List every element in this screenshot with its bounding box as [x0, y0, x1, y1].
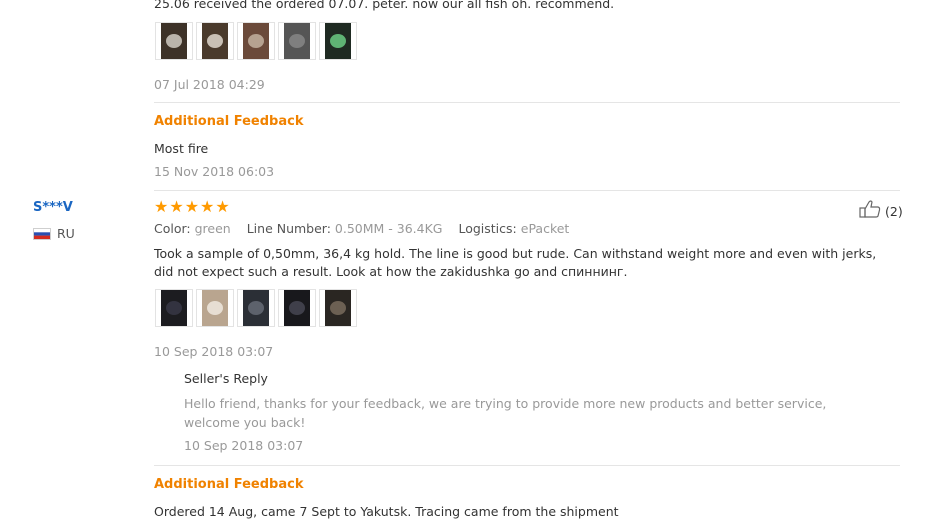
line-number-value: 0.50MM - 36.4KG: [334, 221, 443, 236]
additional-feedback-label: Additional Feedback: [154, 114, 304, 129]
star-icon: ★: [200, 197, 215, 216]
additional-feedback-date: 15 Nov 2018 06:03: [154, 164, 275, 179]
review-photo-thumbnail[interactable]: [278, 22, 316, 60]
divider: [154, 465, 900, 466]
star-rating: ★ ★ ★ ★ ★: [154, 199, 230, 215]
reviewer-name[interactable]: S***V: [33, 200, 73, 215]
review-text: 25.06 received the ordered 07.07. peter.…: [154, 0, 615, 11]
country-code: RU: [57, 226, 75, 241]
review-photo-thumbnail[interactable]: [319, 22, 357, 60]
russia-flag-icon: [33, 227, 51, 240]
color-label: Color:: [154, 221, 191, 236]
additional-feedback-text: Most fire: [154, 141, 209, 156]
star-icon: ★: [154, 197, 169, 216]
review-photo-thumbnail[interactable]: [155, 22, 193, 60]
photo-image: [325, 23, 351, 59]
review-photo-thumbnail[interactable]: [196, 289, 234, 327]
helpful-count: (2): [885, 203, 903, 219]
photo-image: [161, 23, 187, 59]
star-icon: ★: [169, 197, 184, 216]
thumbs-up-icon: [859, 200, 881, 222]
photo-image: [202, 23, 228, 59]
review-photo-thumbnail[interactable]: [155, 289, 193, 327]
product-attributes: Color: green Line Number: 0.50MM - 36.4K…: [154, 221, 569, 236]
photo-image: [284, 290, 310, 326]
seller-reply-date: 10 Sep 2018 03:07: [184, 438, 304, 453]
photo-image: [161, 290, 187, 326]
photo-image: [243, 290, 269, 326]
helpful-button[interactable]: (2): [859, 200, 903, 222]
review-photo-thumbnail[interactable]: [237, 289, 275, 327]
star-icon: ★: [215, 197, 230, 216]
photo-image: [284, 23, 310, 59]
logistics-label: Logistics:: [458, 221, 517, 236]
review-photos: [155, 22, 357, 60]
additional-feedback-label: Additional Feedback: [154, 477, 304, 492]
review-photo-thumbnail[interactable]: [196, 22, 234, 60]
review-text: Took a sample of 0,50mm, 36,4 kg hold. T…: [154, 246, 877, 279]
review-photo-thumbnail[interactable]: [237, 22, 275, 60]
review-photo-thumbnail[interactable]: [278, 289, 316, 327]
logistics-value: ePacket: [520, 221, 570, 236]
divider: [154, 102, 900, 103]
review-photos: [155, 289, 357, 327]
photo-image: [325, 290, 351, 326]
divider: [154, 190, 900, 191]
photo-image: [202, 290, 228, 326]
reviewer-country: RU: [33, 226, 75, 241]
photo-image: [243, 23, 269, 59]
review-photo-thumbnail[interactable]: [319, 289, 357, 327]
review-date: 10 Sep 2018 03:07: [154, 344, 274, 359]
seller-reply-label: Seller's Reply: [184, 371, 268, 386]
color-value: green: [194, 221, 231, 236]
star-icon: ★: [184, 197, 200, 216]
seller-reply-text: Hello friend, thanks for your feedback, …: [184, 396, 827, 430]
line-number-label: Line Number:: [246, 221, 331, 236]
review-date: 07 Jul 2018 04:29: [154, 77, 265, 92]
